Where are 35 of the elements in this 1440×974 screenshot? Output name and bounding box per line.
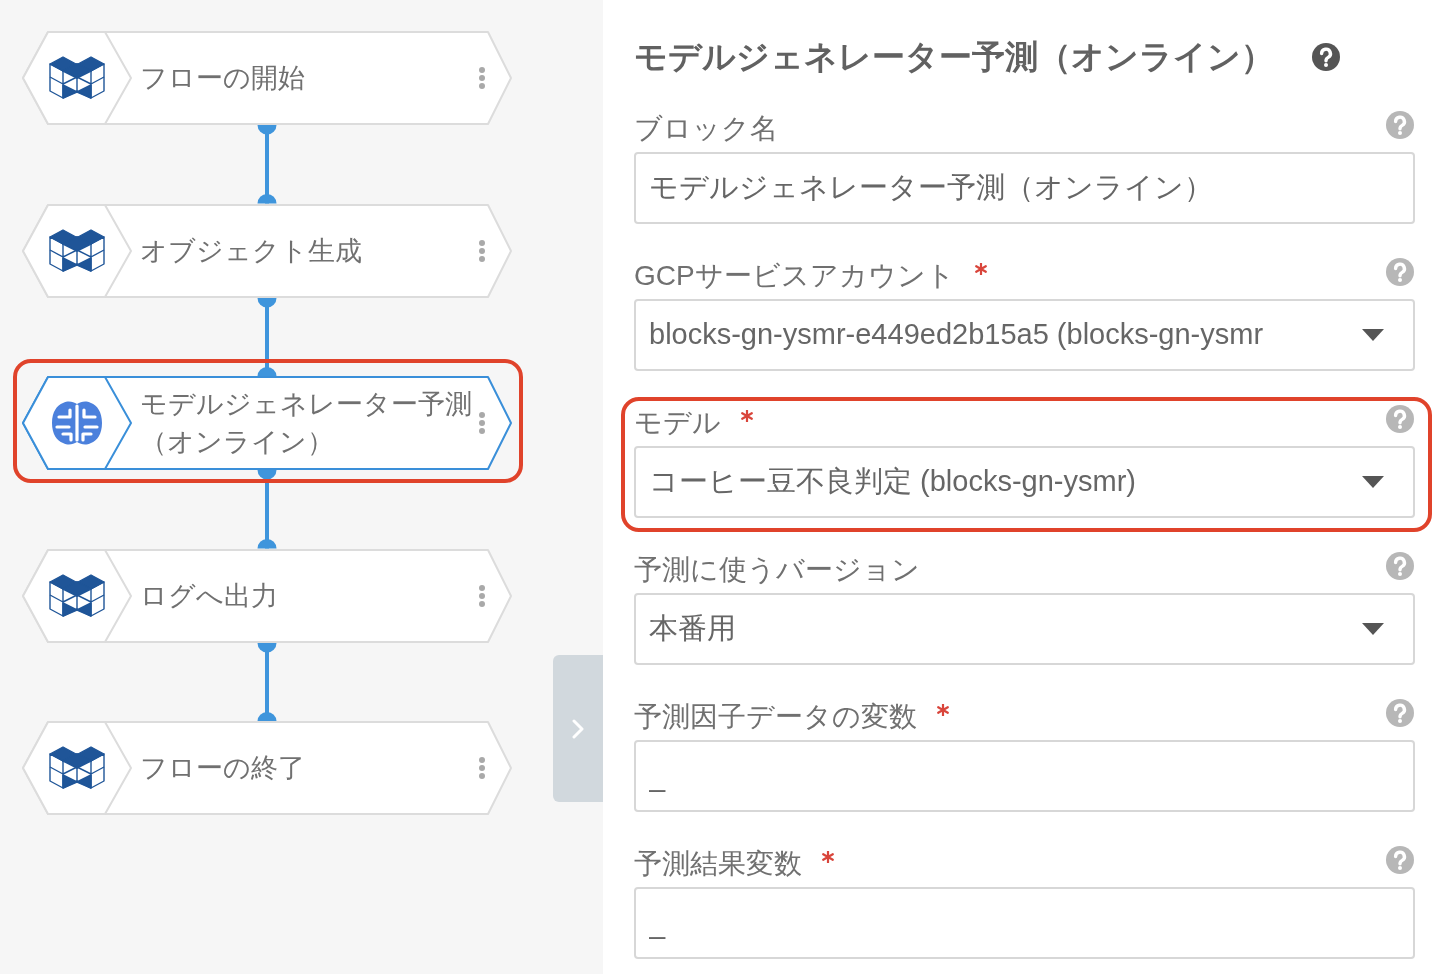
dropdown-field[interactable]: 本番用	[634, 593, 1415, 665]
dropdown-field[interactable]: blocks-gn-ysmr-e449ed2b15a5 (blocks-gn-ysmr	[634, 299, 1415, 371]
flow-block[interactable]: ログへ出力	[22, 548, 512, 643]
more-icon[interactable]	[478, 66, 486, 90]
field-label: モデル	[634, 406, 721, 440]
cubes-icon	[22, 31, 132, 125]
more-icon[interactable]	[478, 411, 486, 435]
text-field[interactable]: _	[634, 740, 1415, 812]
more-icon[interactable]	[478, 583, 486, 608]
block-label: モデルジェネレーター予測（オンライン）	[140, 388, 473, 459]
brain-icon	[22, 376, 132, 470]
chevron-right-icon	[572, 718, 584, 739]
block-label: ログへ出力	[140, 579, 279, 613]
field-label: 予測に使うバージョン	[634, 553, 920, 587]
field-label: 予測因子データの変数	[634, 700, 917, 734]
block-label: オブジェクト生成	[140, 234, 363, 268]
cubes-icon	[22, 203, 132, 298]
cubes-icon	[22, 548, 132, 643]
panel-title: モデルジェネレーター予測（オンライン）	[634, 37, 1274, 77]
flow-block[interactable]: フローの終了	[22, 721, 512, 815]
cubes-icon	[22, 721, 132, 815]
text-field[interactable]: モデルジェネレーター予測（オンライン）	[634, 152, 1415, 224]
help-icon[interactable]	[1312, 43, 1340, 71]
text-field[interactable]: _	[634, 887, 1415, 959]
dropdown-field[interactable]: コーヒー豆不良判定 (blocks-gn-ysmr)	[634, 446, 1415, 518]
field-label: GCPサービスアカウント	[634, 259, 955, 293]
block-label: フローの終了	[140, 752, 306, 785]
panel-toggle-button[interactable]	[553, 655, 603, 802]
flow-block[interactable]: オブジェクト生成	[22, 203, 512, 298]
more-icon[interactable]	[478, 238, 486, 263]
field-label: ブロック名	[634, 112, 778, 146]
block-label: フローの開始	[140, 62, 306, 95]
more-icon[interactable]	[478, 756, 486, 780]
flow-block[interactable]: フローの開始	[22, 31, 512, 125]
field-label: 予測結果変数	[634, 847, 802, 881]
